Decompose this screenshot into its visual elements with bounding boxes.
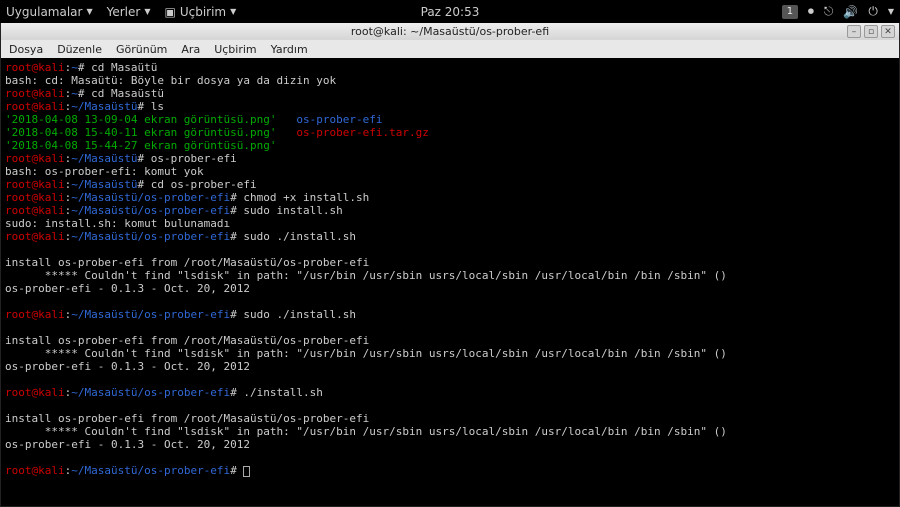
cmd: ./install.sh — [237, 386, 323, 399]
menu-search[interactable]: Ara — [181, 43, 200, 56]
menu-help[interactable]: Yardım — [271, 43, 308, 56]
clock[interactable]: Paz 20:53 — [421, 5, 480, 19]
output-line: ***** Couldn't find "lsdisk" in path: "/… — [5, 347, 727, 360]
terminal-icon: ▣ — [164, 5, 175, 19]
chevron-down-icon: ▼ — [230, 7, 236, 16]
menubar: Dosya Düzenle Görünüm Ara Uçbirim Yardım — [1, 40, 899, 58]
chevron-down-icon: ▼ — [144, 7, 150, 16]
applications-menu[interactable]: Uygulamalar ▼ — [6, 5, 93, 19]
power-icon[interactable]: ⏻ — [868, 4, 878, 19]
record-icon[interactable]: ⏺ — [808, 4, 814, 19]
network-icon[interactable]: ⎋ — [824, 4, 834, 19]
cmd: sudo ./install.sh — [237, 308, 356, 321]
output-line: ***** Couldn't find "lsdisk" in path: "/… — [5, 269, 727, 282]
ls-file: '2018-04-08 15-40-11 ekran görüntüsü.png… — [5, 126, 277, 139]
window-title: root@kali: ~/Masaüstü/os-prober-efi — [351, 25, 549, 38]
menu-edit[interactable]: Düzenle — [57, 43, 102, 56]
terminal-output[interactable]: root@kali:~# cd Masaütü bash: cd: Masaüt… — [1, 58, 899, 506]
window-titlebar[interactable]: root@kali: ~/Masaüstü/os-prober-efi – ▫ … — [1, 23, 899, 40]
menu-terminal[interactable]: Uçbirim — [214, 43, 256, 56]
applications-label: Uygulamalar — [6, 5, 82, 19]
ls-file: '2018-04-08 13-09-04 ekran görüntüsü.png… — [5, 113, 277, 126]
workspace-indicator[interactable]: 1 — [782, 5, 798, 19]
chevron-down-icon: ▼ — [86, 7, 92, 16]
maximize-button[interactable]: ▫ — [864, 25, 878, 38]
prompt-user: root@kali — [5, 61, 65, 74]
terminal-window: root@kali: ~/Masaüstü/os-prober-efi – ▫ … — [0, 23, 900, 507]
ls-archive: os-prober-efi.tar.gz — [296, 126, 428, 139]
menu-view[interactable]: Görünüm — [116, 43, 167, 56]
minimize-button[interactable]: – — [847, 25, 861, 38]
output-line: bash: os-prober-efi: komut yok — [5, 165, 204, 178]
output-line: os-prober-efi - 0.1.3 - Oct. 20, 2012 — [5, 282, 250, 295]
output-line: bash: cd: Masaütü: Böyle bir dosya ya da… — [5, 74, 336, 87]
volume-icon[interactable]: 🔊 — [843, 5, 858, 19]
cmd: cd os-prober-efi — [144, 178, 257, 191]
chevron-down-icon: ▼ — [888, 7, 894, 16]
cmd: os-prober-efi — [144, 152, 237, 165]
terminal-label: Uçbirim — [180, 5, 226, 19]
output-line: os-prober-efi - 0.1.3 - Oct. 20, 2012 — [5, 360, 250, 373]
cmd: ls — [144, 100, 164, 113]
terminal-cursor — [243, 466, 250, 477]
output-line: sudo: install.sh: komut bulunamadı — [5, 217, 230, 230]
cmd: sudo ./install.sh — [237, 230, 356, 243]
prompt-path: ~ — [71, 61, 78, 74]
output-line: install os-prober-efi from /root/Masaüst… — [5, 334, 369, 347]
cmd: cd Masaütü — [84, 61, 157, 74]
terminal-app-menu[interactable]: ▣ Uçbirim ▼ — [164, 5, 236, 19]
places-menu[interactable]: Yerler ▼ — [107, 5, 151, 19]
close-button[interactable]: ✕ — [881, 25, 895, 38]
cmd: cd Masaüstü — [84, 87, 163, 100]
output-line: os-prober-efi - 0.1.3 - Oct. 20, 2012 — [5, 438, 250, 451]
ls-file: '2018-04-08 15-44-27 ekran görüntüsü.png… — [5, 139, 277, 152]
cmd: chmod +x install.sh — [237, 191, 369, 204]
places-label: Yerler — [107, 5, 141, 19]
output-line: install os-prober-efi from /root/Masaüst… — [5, 412, 369, 425]
output-line: ***** Couldn't find "lsdisk" in path: "/… — [5, 425, 727, 438]
cmd: sudo install.sh — [237, 204, 343, 217]
menu-file[interactable]: Dosya — [9, 43, 43, 56]
output-line: install os-prober-efi from /root/Masaüst… — [5, 256, 369, 269]
ls-dir: os-prober-efi — [296, 113, 382, 126]
gnome-topbar: Uygulamalar ▼ Yerler ▼ ▣ Uçbirim ▼ Paz 2… — [0, 0, 900, 23]
